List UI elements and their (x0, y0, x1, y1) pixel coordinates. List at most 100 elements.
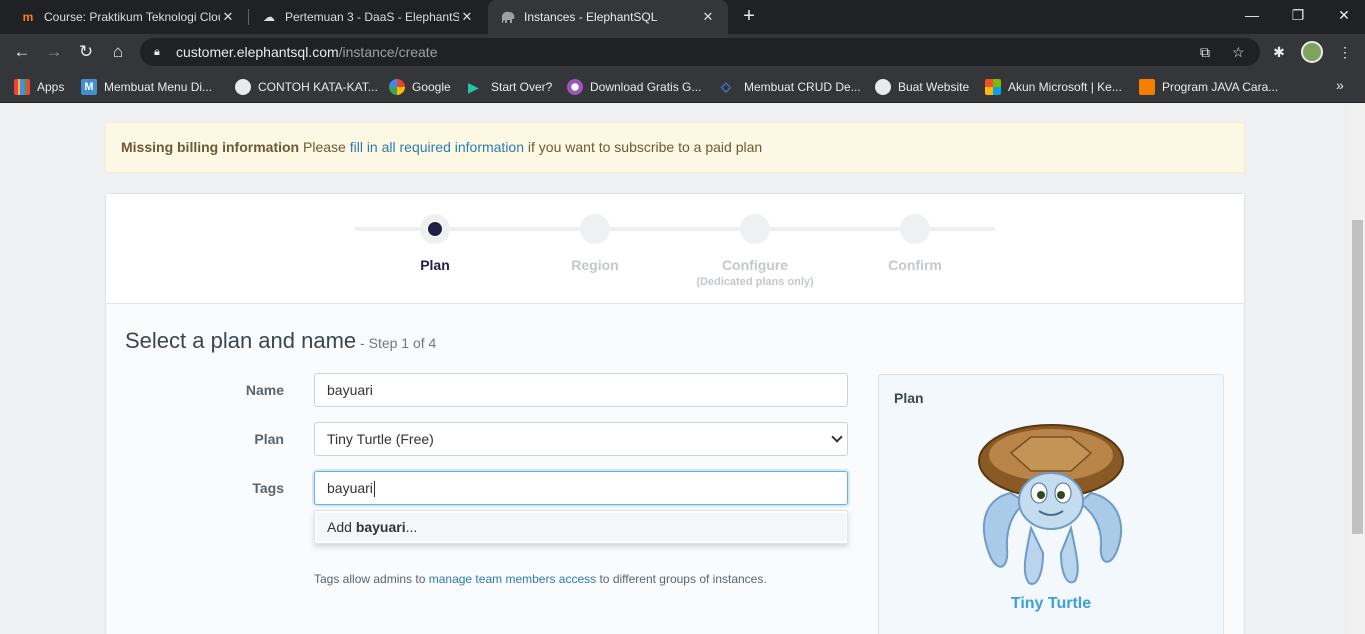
name-label: Name (245, 382, 284, 398)
back-arrow-icon[interactable]: ← (10, 40, 34, 64)
bookmarks-bar: Apps M Membuat Menu Di... CONTOH KATA-KA… (0, 70, 1365, 103)
bookmark-label: Akun Microsoft | Ke... (1008, 80, 1122, 94)
step-sublabel-configure: (Dedicated plans only) (696, 276, 814, 288)
moodle-icon: m (22, 10, 34, 24)
code-icon: ◇ (721, 79, 731, 94)
plan-select-value: Tiny Turtle (Free) (327, 431, 434, 447)
bookmark-item[interactable]: CONTOH KATA-KAT... (235, 77, 378, 97)
bookmark-label: Buat Website (898, 80, 970, 94)
bookmark-label: Membuat CRUD De... (744, 80, 861, 94)
step-label-confirm: Confirm (888, 257, 942, 273)
plan-preview-panel: Plan Tiny Turtle (878, 374, 1224, 634)
globe-icon (235, 79, 251, 95)
microsoft-icon (985, 79, 1001, 95)
translate-icon[interactable]: ⧉ (1200, 44, 1210, 61)
maximize-button[interactable]: ❐ (1275, 0, 1321, 30)
bookmark-item[interactable]: Download Gratis G... (567, 77, 701, 97)
bookmark-item[interactable]: Akun Microsoft | Ke... (985, 77, 1122, 97)
elephant-icon (500, 9, 516, 25)
m-icon: M (81, 79, 97, 95)
bookmark-label: CONTOH KATA-KAT... (258, 80, 378, 94)
avatar[interactable] (1301, 41, 1323, 63)
tags-help-text: Tags allow admins to manage team members… (314, 572, 767, 586)
tags-label: Tags (252, 480, 284, 496)
tab-title: Instances - ElephantSQL (524, 10, 658, 24)
step-dot-confirm (900, 214, 930, 244)
tab-title: Pertemuan 3 - DaaS - ElephantSQL (285, 10, 459, 24)
new-tab-button[interactable]: + (737, 5, 761, 29)
bookmark-item[interactable]: Buat Website (875, 77, 969, 97)
step-label-region: Region (571, 257, 619, 273)
close-window-button[interactable]: ✕ (1321, 0, 1365, 30)
bookmark-label: Program JAVA Cara... (1162, 80, 1279, 94)
bookmark-item[interactable]: ▶ Start Over? (468, 77, 552, 97)
alert-title: Missing billing information (121, 139, 300, 155)
step-label-plan: Plan (420, 257, 450, 273)
tab-title: Course: Praktikum Teknologi Cloud (44, 10, 220, 24)
cloud-icon: ☁ (263, 10, 275, 24)
tags-input-value: bayuari (327, 480, 373, 496)
scrollbar-thumb[interactable] (1352, 220, 1363, 534)
close-icon[interactable]: ✕ (220, 9, 236, 25)
home-icon[interactable]: ⌂ (106, 40, 130, 64)
play-icon: ▶ (468, 79, 479, 95)
address-bar[interactable]: 🔒︎ customer.elephantsql.com/instance/cre… (140, 38, 1260, 66)
plan-label: Plan (254, 431, 284, 447)
name-input[interactable]: bayuari (314, 373, 848, 407)
blogger-icon (1139, 79, 1155, 95)
manage-access-link[interactable]: manage team members access (429, 572, 596, 586)
step-label-configure: Configure (721, 257, 789, 273)
tab-instances[interactable]: Instances - ElephantSQL ✕ (488, 0, 728, 34)
plan-select[interactable]: Tiny Turtle (Free) (314, 422, 848, 456)
add-tag-suggestion[interactable]: Add bayuari... (316, 513, 846, 541)
forward-arrow-icon[interactable]: → (42, 40, 66, 64)
bookmark-label: Google (412, 80, 451, 94)
tags-input[interactable]: bayuari (314, 471, 848, 505)
bookmark-label: Membuat Menu Di... (104, 80, 213, 94)
google-icon (389, 79, 405, 95)
step-dot-plan (420, 214, 450, 244)
bookmark-item[interactable]: Google (389, 77, 451, 97)
turtle-icon (978, 424, 1124, 585)
alert-text: if you want to subscribe to a paid plan (524, 139, 763, 155)
billing-link[interactable]: fill in all required information (350, 139, 524, 155)
bookmark-apps[interactable]: Apps (14, 77, 64, 97)
menu-icon[interactable]: ⋮ (1333, 40, 1357, 64)
url-text: customer.elephantsql.com/instance/create (176, 44, 438, 60)
bookmark-label: Download Gratis G... (590, 80, 702, 94)
tab-strip: m Course: Praktikum Teknologi Cloud ✕ ☁ … (0, 0, 1365, 34)
page-content: Missing billing information Please fill … (0, 103, 1350, 634)
bookmark-label: Start Over? (491, 80, 553, 94)
close-icon[interactable]: ✕ (700, 9, 716, 25)
plan-panel-title: Plan (894, 390, 924, 406)
steps-track (355, 227, 995, 231)
alert-text: Please (299, 139, 350, 155)
bookmark-item[interactable]: ◇ Membuat CRUD De... (721, 77, 861, 97)
bookmark-item[interactable]: M Membuat Menu Di... (81, 77, 212, 97)
wizard-steps: Plan Region Configure (Dedicated plans o… (106, 194, 1244, 304)
plan-name: Tiny Turtle (1010, 595, 1092, 612)
tab-course[interactable]: m Course: Praktikum Teknologi Cloud ✕ (8, 0, 248, 34)
tag-suggestion-dropdown: Add bayuari... (314, 510, 848, 544)
step-dot-region (580, 214, 610, 244)
reload-icon[interactable]: ↻ (74, 40, 98, 64)
browser-toolbar: ← → ↻ ⌂ 🔒︎ customer.elephantsql.com/inst… (0, 34, 1365, 70)
minimize-button[interactable]: — (1229, 0, 1275, 30)
step-indicator: - Step 1 of 4 (356, 335, 437, 351)
globe-icon (875, 79, 891, 95)
text-caret (373, 481, 375, 498)
bookmark-item[interactable]: Program JAVA Cara... (1139, 77, 1278, 97)
lock-icon: 🔒︎ (154, 45, 160, 58)
page-title: Select a plan and name - Step 1 of 4 (125, 328, 437, 353)
chevron-down-icon (831, 431, 843, 443)
billing-alert: Missing billing information Please fill … (105, 122, 1245, 173)
star-icon[interactable]: ☆ (1232, 44, 1245, 61)
download-icon (567, 79, 583, 95)
bookmark-label: Apps (37, 80, 65, 94)
extensions-icon[interactable]: ✱ (1267, 40, 1291, 64)
tab-pertemuan[interactable]: ☁ Pertemuan 3 - DaaS - ElephantSQL ✕ (249, 0, 487, 34)
chevron-double-right-icon[interactable]: » (1336, 77, 1344, 93)
close-icon[interactable]: ✕ (459, 9, 475, 25)
create-instance-card: Plan Region Configure (Dedicated plans o… (105, 193, 1245, 634)
apps-grid-icon (14, 79, 30, 95)
